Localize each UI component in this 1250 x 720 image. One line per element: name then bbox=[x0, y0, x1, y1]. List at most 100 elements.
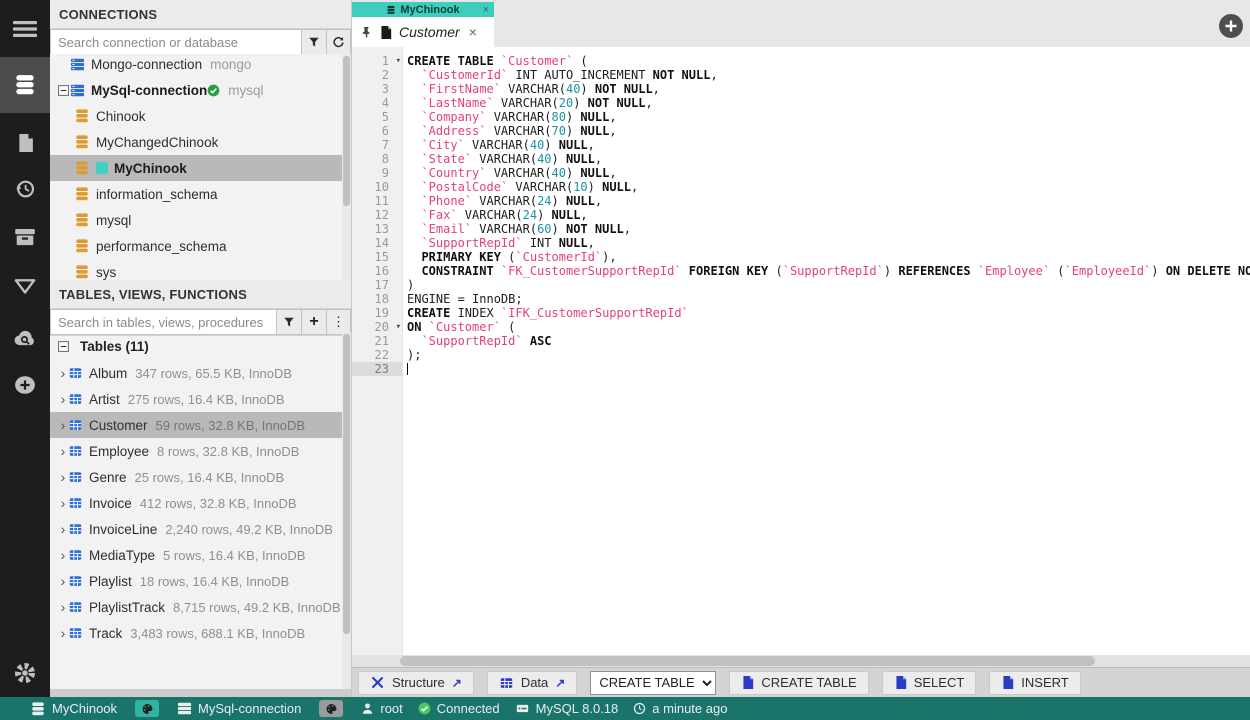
fold-icon[interactable]: ▾ bbox=[396, 320, 401, 334]
collapse-icon[interactable] bbox=[56, 84, 70, 96]
table-item[interactable]: › PlaylistTrack 8,715 rows, 49.2 KB, Inn… bbox=[50, 594, 351, 620]
editor-line[interactable]: 9 `Country` VARCHAR(40) NULL, bbox=[352, 166, 1250, 180]
data-button[interactable]: Data ↗ bbox=[486, 670, 578, 695]
tables-group-header[interactable]: Tables (11) bbox=[50, 332, 351, 360]
editor-line[interactable]: 22 ); bbox=[352, 348, 1250, 362]
database-item[interactable]: sys bbox=[50, 259, 351, 280]
chevron-right-icon[interactable]: › bbox=[58, 417, 68, 433]
connection-item[interactable]: MySql-connection mysql bbox=[50, 77, 351, 103]
editor-line[interactable]: 5 `Company` VARCHAR(80) NULL, bbox=[352, 110, 1250, 124]
table-item[interactable]: › Track 3,483 rows, 688.1 KB, InnoDB bbox=[50, 620, 351, 646]
table-item[interactable]: › Artist 275 rows, 16.4 KB, InnoDB bbox=[50, 386, 351, 412]
table-item[interactable]: › Album 347 rows, 65.5 KB, InnoDB bbox=[50, 360, 351, 386]
chevron-right-icon[interactable]: › bbox=[58, 599, 68, 615]
activity-archive-button[interactable] bbox=[0, 216, 50, 258]
editor-line[interactable]: 14 `SupportRepId` INT NULL, bbox=[352, 236, 1250, 250]
database-item[interactable]: MyChangedChinook bbox=[50, 129, 351, 155]
chevron-right-icon[interactable]: › bbox=[58, 521, 68, 537]
editor-line[interactable]: 15 PRIMARY KEY (`CustomerId`), bbox=[352, 250, 1250, 264]
table-icon bbox=[68, 522, 83, 536]
sql-template-select[interactable]: CREATE TABLE bbox=[590, 670, 717, 695]
editor-line[interactable]: 10 `PostalCode` VARCHAR(10) NULL, bbox=[352, 180, 1250, 194]
close-icon[interactable]: × bbox=[483, 4, 489, 16]
editor-line[interactable]: 6 `Address` VARCHAR(70) NULL, bbox=[352, 124, 1250, 138]
chevron-right-icon[interactable]: › bbox=[58, 573, 68, 589]
select-button[interactable]: SELECT bbox=[881, 670, 977, 695]
structure-button[interactable]: Structure ↗ bbox=[358, 670, 474, 695]
database-item[interactable]: MyChinook bbox=[50, 155, 351, 181]
editor-hscroll-thumb[interactable] bbox=[400, 656, 1095, 666]
server-icon bbox=[177, 701, 192, 716]
editor-line[interactable]: 11 `Phone` VARCHAR(24) NULL, bbox=[352, 194, 1250, 208]
chevron-right-icon[interactable]: › bbox=[58, 391, 68, 407]
connections-search-input[interactable] bbox=[50, 29, 301, 55]
button-label: SELECT bbox=[913, 675, 965, 690]
editor-line[interactable]: 17 ) bbox=[352, 278, 1250, 292]
plus-icon bbox=[1218, 13, 1244, 39]
activity-file-button[interactable] bbox=[0, 122, 50, 164]
create-table-button[interactable]: CREATE TABLE bbox=[729, 670, 869, 695]
database-item[interactable]: Chinook bbox=[50, 103, 351, 129]
editor-line[interactable]: 4 `LastName` VARCHAR(20) NOT NULL, bbox=[352, 96, 1250, 110]
activity-history-button[interactable] bbox=[0, 168, 50, 210]
close-icon[interactable]: × bbox=[469, 24, 477, 40]
add-tab-button[interactable] bbox=[1218, 13, 1244, 39]
connections-filter-button[interactable] bbox=[301, 29, 326, 55]
editor-line[interactable]: 13 `Email` VARCHAR(60) NOT NULL, bbox=[352, 222, 1250, 236]
editor-line[interactable]: 8 `State` VARCHAR(40) NULL, bbox=[352, 152, 1250, 166]
editor-line[interactable]: 19 CREATE INDEX `IFK_CustomerSupportRepI… bbox=[352, 306, 1250, 320]
sql-editor[interactable]: 1 ▾ CREATE TABLE `Customer` ( 2 `Customer… bbox=[352, 47, 1250, 655]
fold-icon[interactable]: ▾ bbox=[396, 54, 401, 68]
chevron-right-icon[interactable]: › bbox=[58, 469, 68, 485]
activity-menu-button[interactable] bbox=[0, 8, 50, 50]
chevron-right-icon[interactable]: › bbox=[58, 547, 68, 563]
table-item[interactable]: › Playlist 18 rows, 16.4 KB, InnoDB bbox=[50, 568, 351, 594]
editor-line[interactable]: 23 bbox=[352, 362, 1250, 376]
pin-icon[interactable] bbox=[361, 26, 372, 39]
chevron-right-icon[interactable]: › bbox=[58, 495, 68, 511]
chevron-right-icon[interactable]: › bbox=[58, 625, 68, 641]
editor-line[interactable]: 2 `CustomerId` INT AUTO_INCREMENT NOT NU… bbox=[352, 68, 1250, 82]
filter-funnel-icon bbox=[308, 36, 320, 48]
activity-cloud-search-button[interactable] bbox=[0, 316, 50, 358]
activity-filter-button[interactable] bbox=[0, 266, 50, 308]
tab-database-strip[interactable]: MyChinook × bbox=[352, 2, 494, 17]
database-item[interactable]: mysql bbox=[50, 207, 351, 233]
editor-line[interactable]: 21 `SupportRepId` ASC bbox=[352, 334, 1250, 348]
database-item[interactable]: information_schema bbox=[50, 181, 351, 207]
editor-line[interactable]: 18 ENGINE = InnoDB; bbox=[352, 292, 1250, 306]
table-item[interactable]: › Customer 59 rows, 32.8 KB, InnoDB bbox=[50, 412, 351, 438]
insert-button[interactable]: INSERT bbox=[989, 670, 1081, 695]
editor-line[interactable]: 20 ▾ ON `Customer` ( bbox=[352, 320, 1250, 334]
table-item[interactable]: › InvoiceLine 2,240 rows, 49.2 KB, InnoD… bbox=[50, 516, 351, 542]
connections-refresh-button[interactable] bbox=[326, 29, 351, 55]
connection-item[interactable]: Mongo-connection mongo bbox=[50, 54, 351, 77]
tab-customer[interactable]: MyChinook × Customer × bbox=[352, 2, 494, 47]
editor-line[interactable]: 3 `FirstName` VARCHAR(40) NOT NULL, bbox=[352, 82, 1250, 96]
table-item[interactable]: › MediaType 5 rows, 16.4 KB, InnoDB bbox=[50, 542, 351, 568]
editor-line[interactable]: 12 `Fax` VARCHAR(24) NULL, bbox=[352, 208, 1250, 222]
line-number: 2 bbox=[381, 68, 389, 82]
collapse-icon[interactable] bbox=[58, 340, 72, 352]
chevron-right-icon[interactable]: › bbox=[58, 443, 68, 459]
table-item[interactable]: › Invoice 412 rows, 32.8 KB, InnoDB bbox=[50, 490, 351, 516]
activity-add-button[interactable] bbox=[0, 364, 50, 406]
database-color-button[interactable] bbox=[135, 700, 160, 717]
editor-horizontal-scrollbar bbox=[352, 655, 1250, 667]
chevron-right-icon[interactable]: › bbox=[58, 365, 68, 381]
database-item[interactable]: performance_schema bbox=[50, 233, 351, 259]
connection-color-button[interactable] bbox=[319, 700, 344, 717]
activity-settings-button[interactable] bbox=[0, 652, 50, 694]
editor-line[interactable]: 16 CONSTRAINT `FK_CustomerSupportRepId` … bbox=[352, 264, 1250, 278]
table-item[interactable]: › Genre 25 rows, 16.4 KB, InnoDB bbox=[50, 464, 351, 490]
item-label: MyChinook bbox=[114, 160, 187, 176]
table-item[interactable]: › Employee 8 rows, 32.8 KB, InnoDB bbox=[50, 438, 351, 464]
editor-line[interactable]: 1 ▾ CREATE TABLE `Customer` ( bbox=[352, 54, 1250, 68]
connections-scrollbar-thumb[interactable] bbox=[343, 56, 350, 206]
line-number: 16 bbox=[374, 264, 389, 278]
table-name: Playlist bbox=[89, 573, 132, 589]
activity-database-button[interactable] bbox=[0, 57, 50, 113]
panel-horizontal-scrollbar[interactable] bbox=[50, 689, 351, 697]
tables-scrollbar-thumb[interactable] bbox=[343, 334, 350, 634]
editor-line[interactable]: 7 `City` VARCHAR(40) NULL, bbox=[352, 138, 1250, 152]
